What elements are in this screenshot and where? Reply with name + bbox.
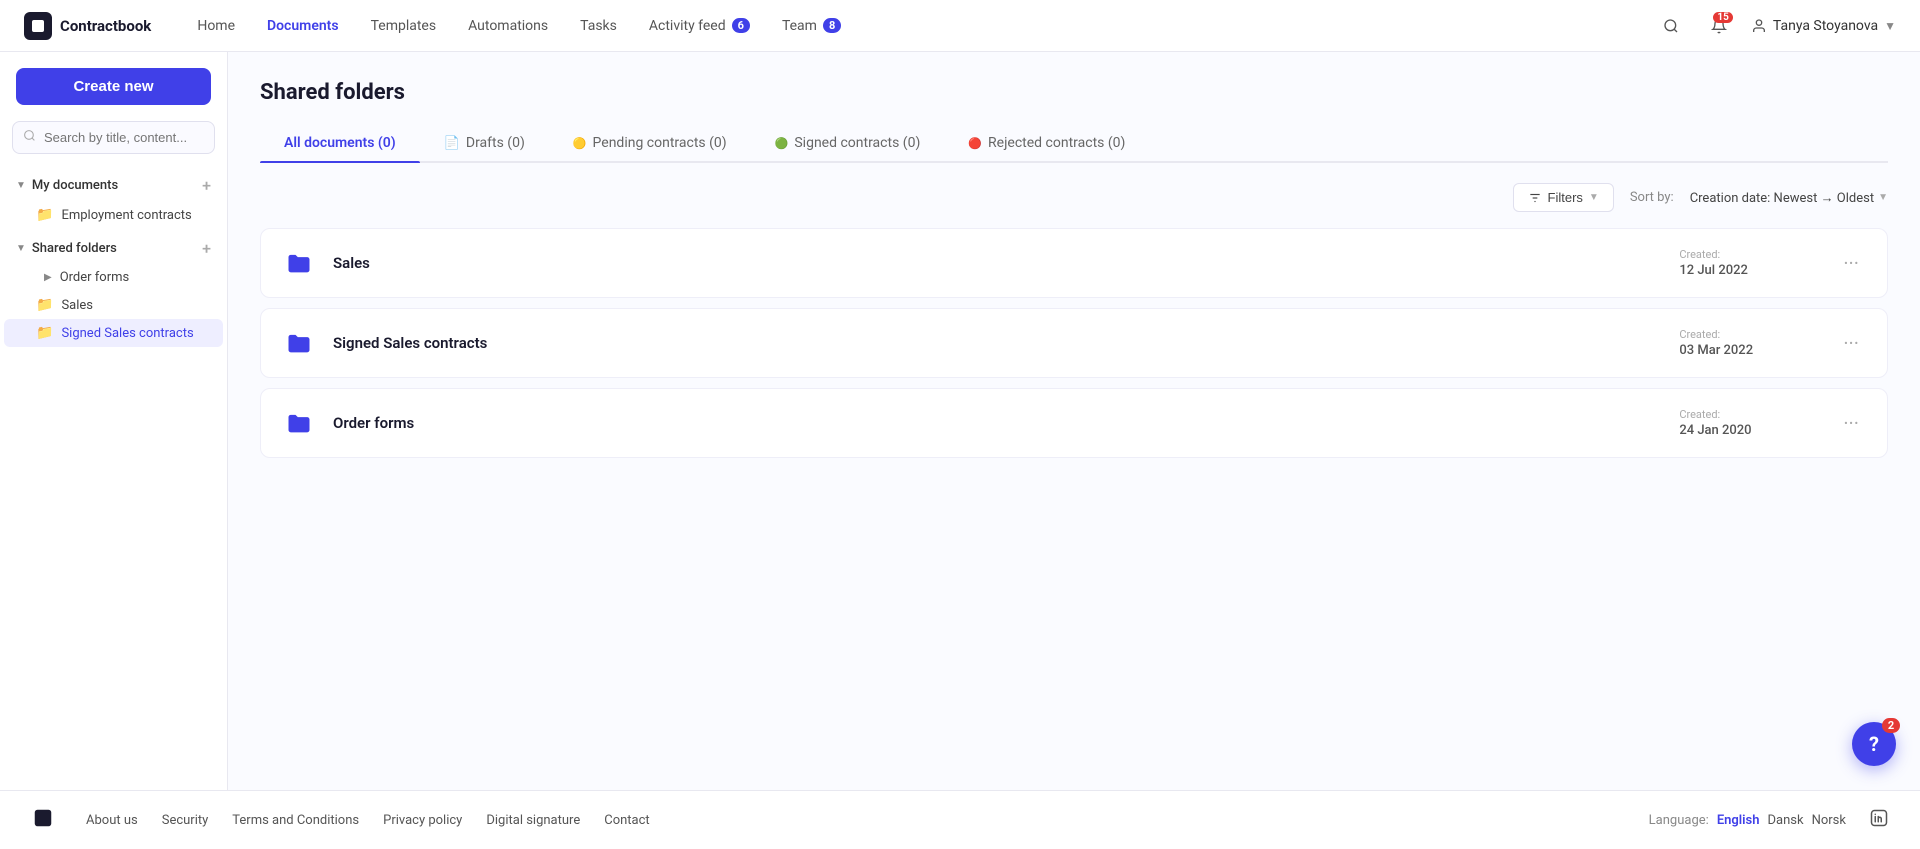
filters-chevron-icon: ▼ <box>1589 192 1599 203</box>
footer-privacy[interactable]: Privacy policy <box>383 813 462 828</box>
search-box <box>12 121 215 154</box>
help-button[interactable]: 2 ? <box>1852 722 1896 766</box>
sales-folder-meta: Created: 12 Jul 2022 <box>1679 248 1819 278</box>
sales-folder-more-button[interactable]: ··· <box>1835 247 1867 279</box>
folder-row-signed-sales[interactable]: Signed Sales contracts Created: 03 Mar 2… <box>260 308 1888 378</box>
footer-contact[interactable]: Contact <box>604 813 649 828</box>
folder-row-order-forms[interactable]: Order forms Created: 24 Jan 2020 ··· <box>260 388 1888 458</box>
search-icon <box>23 129 36 146</box>
search-button[interactable] <box>1655 10 1687 42</box>
pending-icon: 🟡 <box>573 137 587 150</box>
help-icon: ? <box>1869 732 1879 756</box>
sales-folder-icon: 📁 <box>36 297 53 313</box>
footer-terms[interactable]: Terms and Conditions <box>232 813 359 828</box>
rejected-icon: 🔴 <box>968 137 982 150</box>
lang-dansk[interactable]: Dansk <box>1768 813 1804 828</box>
nav-automations[interactable]: Automations <box>454 12 562 40</box>
signed-sales-folder-more-button[interactable]: ··· <box>1835 327 1867 359</box>
my-documents-add-icon[interactable]: + <box>202 176 211 195</box>
tab-pending-contracts[interactable]: 🟡 Pending contracts (0) <box>549 125 751 161</box>
page-layout: Create new ▼ My documents + 📁 Employment… <box>0 52 1920 790</box>
nav-team[interactable]: Team 8 <box>768 12 855 40</box>
shared-folders-add-icon[interactable]: + <box>202 239 211 258</box>
tab-all-documents[interactable]: All documents (0) <box>260 125 420 161</box>
my-documents-section: ▼ My documents + 📁 Employment contracts <box>0 170 227 229</box>
sidebar-item-signed-sales[interactable]: 📁 Signed Sales contracts <box>4 319 223 347</box>
lang-norsk[interactable]: Norsk <box>1812 813 1846 828</box>
shared-folders-chevron-icon: ▼ <box>16 243 26 254</box>
my-documents-label: My documents <box>32 178 118 193</box>
user-name: Tanya Stoyanova <box>1773 18 1878 34</box>
user-chevron-icon: ▼ <box>1884 19 1896 33</box>
toolbar: Filters ▼ Sort by: Creation date: Newest… <box>260 183 1888 212</box>
sort-chevron-icon: ▼ <box>1878 192 1888 203</box>
main-content: Shared folders All documents (0) 📄 Draft… <box>228 52 1920 790</box>
signed-sales-folder-icon: 📁 <box>36 325 53 341</box>
shared-folders-label: Shared folders <box>32 241 117 256</box>
nav-right: 15 Tanya Stoyanova ▼ <box>1655 10 1896 42</box>
sales-folder-name: Sales <box>333 254 1663 272</box>
activity-feed-badge: 6 <box>732 18 750 33</box>
help-badge: 2 <box>1882 718 1900 733</box>
tab-rejected-contracts[interactable]: 🔴 Rejected contracts (0) <box>944 125 1149 161</box>
logo-icon <box>24 12 52 40</box>
order-forms-folder-icon <box>281 405 317 441</box>
page-title: Shared folders <box>260 80 1888 105</box>
nav-activity-feed[interactable]: Activity feed 6 <box>635 12 764 40</box>
footer-digital-signature[interactable]: Digital signature <box>486 813 580 828</box>
document-tabs: All documents (0) 📄 Drafts (0) 🟡 Pending… <box>260 125 1888 163</box>
signed-sales-folder-name: Signed Sales contracts <box>333 334 1663 352</box>
nav-documents[interactable]: Documents <box>253 12 353 40</box>
folder-icon: 📁 <box>36 207 53 223</box>
my-documents-chevron-icon: ▼ <box>16 180 26 191</box>
linkedin-link[interactable] <box>1870 809 1888 831</box>
sort-value[interactable]: Creation date: Newest → Oldest ▼ <box>1690 190 1888 206</box>
create-new-button[interactable]: Create new <box>16 68 211 105</box>
notifications-button[interactable]: 15 <box>1703 10 1735 42</box>
brand-logo[interactable]: Contractbook <box>24 12 151 40</box>
team-badge: 8 <box>823 18 841 33</box>
signed-sales-folder-meta: Created: 03 Mar 2022 <box>1679 328 1819 358</box>
bell-badge: 15 <box>1713 12 1732 23</box>
nav-tasks[interactable]: Tasks <box>566 12 631 40</box>
sidebar-item-sales[interactable]: 📁 Sales <box>4 291 223 319</box>
folders-list: Sales Created: 12 Jul 2022 ··· Signed Sa… <box>260 228 1888 458</box>
footer-security[interactable]: Security <box>162 813 209 828</box>
sidebar-item-employment-contracts[interactable]: 📁 Employment contracts <box>4 201 223 229</box>
footer-about[interactable]: About us <box>86 813 138 828</box>
user-menu[interactable]: Tanya Stoyanova ▼ <box>1751 18 1896 34</box>
shared-folders-section: ▼ Shared folders + ▶ Order forms 📁 Sales… <box>0 233 227 347</box>
footer: About us Security Terms and Conditions P… <box>0 790 1920 849</box>
tab-drafts[interactable]: 📄 Drafts (0) <box>420 125 549 161</box>
footer-language: Language: English Dansk Norsk <box>1649 813 1846 828</box>
search-input[interactable] <box>44 130 204 145</box>
filters-button[interactable]: Filters ▼ <box>1513 183 1614 212</box>
folder-row-sales[interactable]: Sales Created: 12 Jul 2022 ··· <box>260 228 1888 298</box>
brand-name: Contractbook <box>60 17 151 35</box>
order-forms-folder-name: Order forms <box>333 414 1663 432</box>
sales-folder-icon <box>281 245 317 281</box>
navbar: Contractbook Home Documents Templates Au… <box>0 0 1920 52</box>
sort-label: Sort by: <box>1630 190 1674 205</box>
signed-icon: 🟢 <box>775 137 789 150</box>
sidebar-item-order-forms[interactable]: ▶ Order forms <box>4 264 223 291</box>
signed-sales-folder-icon <box>281 325 317 361</box>
order-forms-folder-meta: Created: 24 Jan 2020 <box>1679 408 1819 438</box>
nav-home[interactable]: Home <box>183 12 249 40</box>
tab-signed-contracts[interactable]: 🟢 Signed contracts (0) <box>751 125 945 161</box>
shared-folders-toggle[interactable]: ▼ Shared folders + <box>0 233 227 264</box>
footer-logo <box>32 807 54 833</box>
lang-english[interactable]: English <box>1717 813 1760 828</box>
my-documents-toggle[interactable]: ▼ My documents + <box>0 170 227 201</box>
order-forms-chevron-icon: ▶ <box>44 272 52 283</box>
nav-links: Home Documents Templates Automations Tas… <box>183 12 1655 40</box>
sidebar: Create new ▼ My documents + 📁 Employment… <box>0 52 228 790</box>
drafts-icon: 📄 <box>444 136 460 151</box>
nav-templates[interactable]: Templates <box>357 12 451 40</box>
order-forms-folder-more-button[interactable]: ··· <box>1835 407 1867 439</box>
